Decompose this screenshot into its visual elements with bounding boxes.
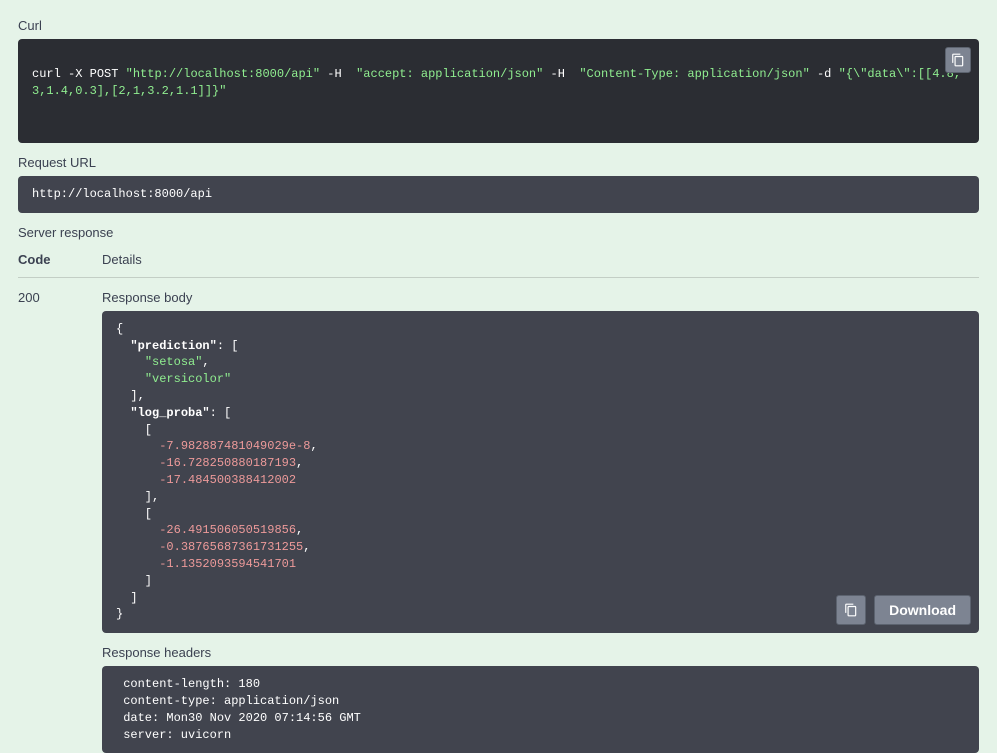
details-header: Details xyxy=(102,252,979,267)
response-body-label: Response body xyxy=(102,290,979,305)
server-response-label: Server response xyxy=(18,225,979,240)
curl-label: Curl xyxy=(18,18,979,33)
code-header: Code xyxy=(18,252,102,267)
request-url-label: Request URL xyxy=(18,155,979,170)
curl-cmd: curl xyxy=(32,67,61,81)
download-button[interactable]: Download xyxy=(874,595,971,625)
response-headers-box: content-length: 180 content-type: applic… xyxy=(102,666,979,753)
response-headers-label: Response headers xyxy=(102,645,979,660)
copy-response-button[interactable] xyxy=(836,595,866,625)
clipboard-icon xyxy=(844,603,858,617)
copy-curl-button[interactable] xyxy=(945,47,971,73)
request-url-box: http://localhost:8000/api xyxy=(18,176,979,213)
response-headers-row: Code Details xyxy=(18,252,979,278)
response-body-box: { "prediction": [ "setosa", "versicolor"… xyxy=(102,311,979,633)
response-row: 200 Response body { "prediction": [ "set… xyxy=(18,290,979,753)
curl-command-box: curl -X POST "http://localhost:8000/api"… xyxy=(18,39,979,143)
status-code: 200 xyxy=(18,290,102,753)
clipboard-icon xyxy=(951,53,965,67)
